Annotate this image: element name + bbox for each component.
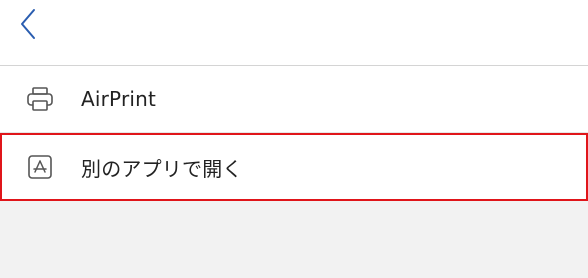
- menu-item-label: AirPrint: [81, 87, 157, 111]
- menu-item-label: 別のアプリで開く: [81, 156, 243, 181]
- back-button[interactable]: [14, 6, 42, 42]
- app-store-icon: [26, 153, 54, 181]
- chevron-left-icon: [21, 9, 35, 39]
- printer-icon: [26, 85, 54, 113]
- menu-item-open-in-another-app[interactable]: 別のアプリで開く: [0, 133, 588, 201]
- navigation-bar: [0, 0, 588, 66]
- menu-item-airprint[interactable]: AirPrint: [0, 66, 588, 132]
- share-menu: AirPrint 別のアプリで開く: [0, 66, 588, 201]
